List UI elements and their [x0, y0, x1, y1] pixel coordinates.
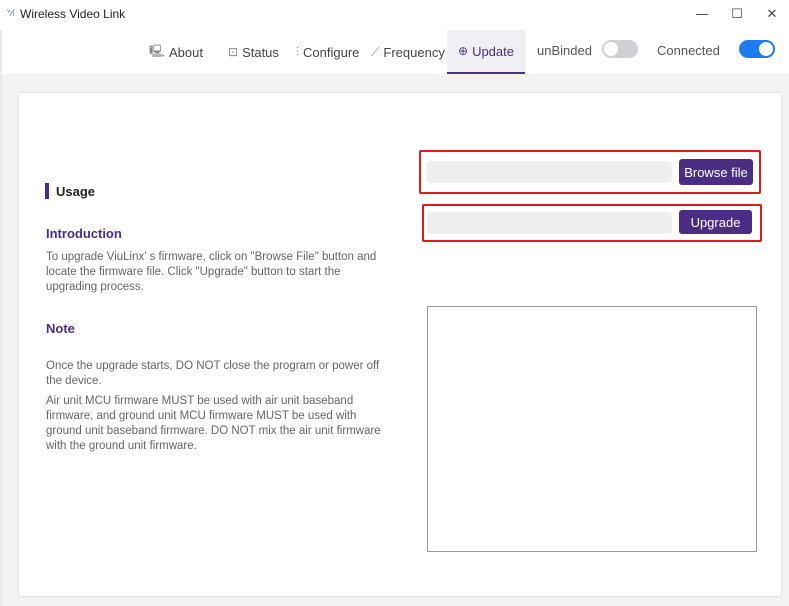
note-title: Note: [46, 321, 75, 336]
connection-toggle[interactable]: [739, 40, 775, 58]
file-path-field[interactable]: [427, 161, 672, 183]
window-edge: [0, 30, 2, 606]
upgrade-button[interactable]: Upgrade: [679, 210, 752, 234]
bind-status-label: unBinded: [537, 43, 592, 58]
tab-frequency-label: Frequency: [383, 44, 445, 60]
app-logo-icon: ᵛ⁄ₗ: [7, 8, 15, 19]
upload-icon: ⊕: [458, 44, 469, 58]
tab-status-label: Status: [242, 44, 279, 60]
tab-configure-label: Configure: [303, 44, 360, 60]
status-icon: ⊡: [228, 45, 239, 59]
tab-update-label: Update: [472, 43, 514, 59]
content-area: Usage Introduction To upgrade ViuLinx’ s…: [0, 74, 789, 606]
bind-toggle[interactable]: [602, 40, 638, 58]
chart-icon: ⟋: [371, 44, 380, 59]
upgrade-log-box[interactable]: [427, 306, 757, 552]
browse-file-button[interactable]: Browse file: [679, 159, 753, 185]
introduction-title: Introduction: [46, 226, 122, 241]
note-text-1: Once the upgrade starts, DO NOT close th…: [46, 360, 380, 387]
monitor-icon: 🖳: [149, 43, 166, 58]
update-panel: Usage Introduction To upgrade ViuLinx’ s…: [18, 92, 782, 597]
bind-toggle-knob: [604, 42, 618, 56]
tab-update[interactable]: ⊕ Update: [447, 30, 525, 74]
tab-about[interactable]: 🖳 About: [149, 30, 203, 74]
usage-title: Usage: [56, 184, 96, 199]
maximize-button[interactable]: ☐: [722, 3, 752, 25]
minimize-button[interactable]: —: [687, 3, 717, 25]
note-text-2: Air unit MCU firmware MUST be used with …: [46, 395, 381, 452]
window-title: Wireless Video Link: [20, 7, 126, 21]
usage-accent-bar: [45, 183, 49, 199]
tab-configure[interactable]: ⫶ Configure: [296, 30, 359, 74]
tab-about-label: About: [169, 44, 203, 60]
tab-status[interactable]: ⊡ Status: [228, 30, 279, 74]
close-button[interactable]: ✕: [757, 3, 787, 25]
introduction-text: To upgrade ViuLinx’ s firmware, click on…: [46, 251, 377, 293]
title-bar: ᵛ⁄ₗ Wireless Video Link — ☐ ✕: [0, 0, 789, 30]
connection-toggle-knob: [759, 42, 773, 56]
connection-status-label: Connected: [657, 43, 720, 58]
tab-frequency[interactable]: ⟋ Frequency: [371, 30, 445, 74]
sliders-icon: ⫶: [296, 44, 300, 59]
upgrade-progress-field: [427, 212, 672, 234]
